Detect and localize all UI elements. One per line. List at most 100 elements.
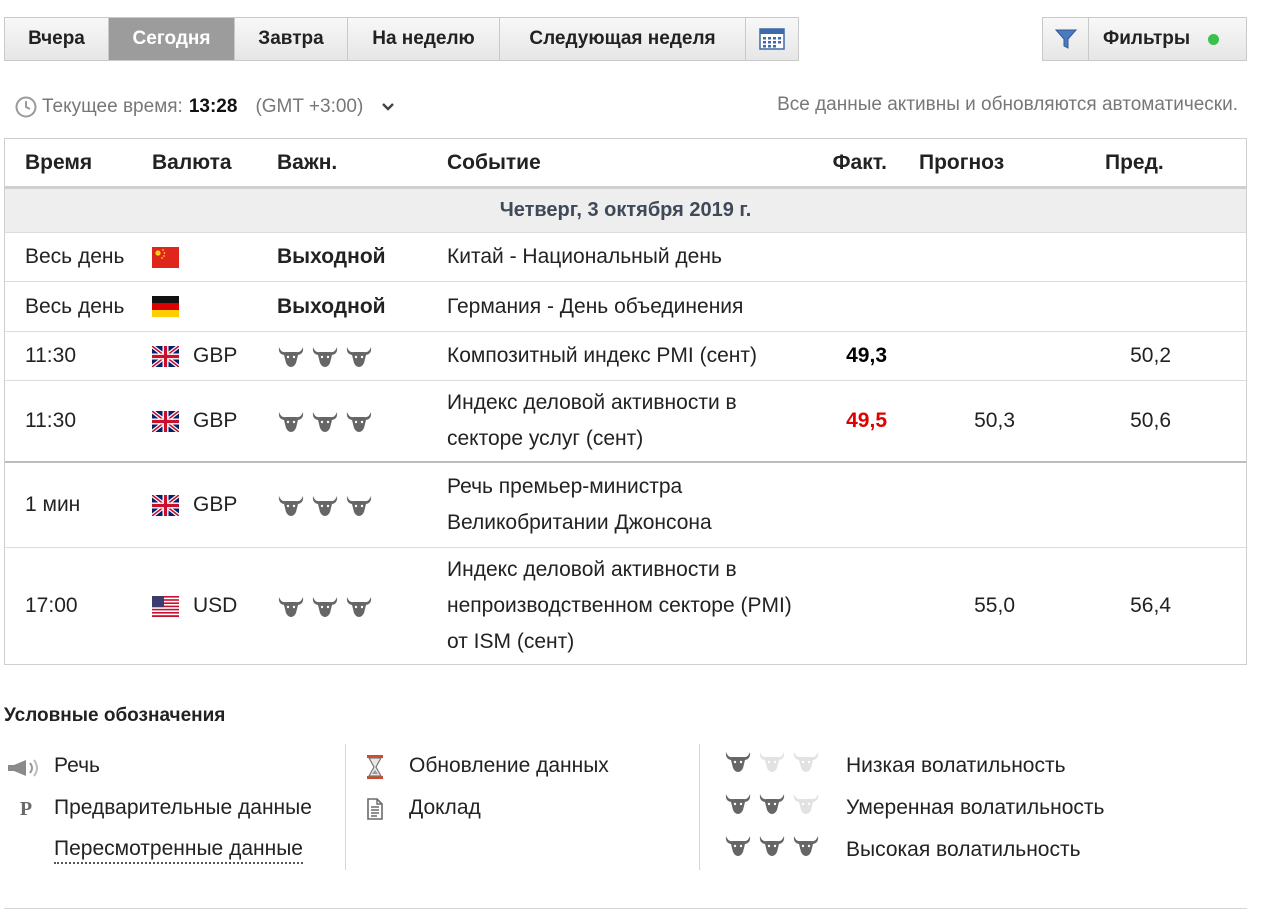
event-time: 17:00 bbox=[25, 594, 78, 617]
bull-icon bbox=[278, 496, 304, 516]
event-time: 1 мин bbox=[25, 493, 81, 516]
tab-this-week[interactable]: На неделю bbox=[348, 18, 500, 60]
header-previous: Пред. bbox=[1105, 150, 1164, 174]
previous-value: 56,4 bbox=[1130, 594, 1171, 617]
day-header: Четверг, 3 октября 2019 г. bbox=[5, 189, 1246, 232]
event-name[interactable]: Композитный индекс PMI (сент) bbox=[447, 332, 807, 380]
volatility-high bbox=[277, 594, 373, 618]
legend-preliminary: Предварительные данные bbox=[54, 796, 312, 819]
bull-icon bbox=[278, 347, 304, 367]
preliminary-icon: P bbox=[19, 797, 33, 820]
bull-icon bbox=[278, 412, 304, 432]
table-row[interactable]: 1 мин GBP Речь премьер-министра Великобр… bbox=[5, 463, 1246, 547]
legend-low-volatility: Низкая волатильность bbox=[846, 754, 1066, 777]
bull-icon bbox=[346, 347, 372, 367]
bull-icon bbox=[312, 412, 338, 432]
clock-icon bbox=[15, 96, 37, 118]
uk-flag bbox=[152, 345, 179, 367]
tab-next-week[interactable]: Следующая неделя bbox=[500, 18, 746, 60]
currency-code: GBP bbox=[193, 493, 238, 516]
actual-value: 49,5 bbox=[846, 409, 887, 432]
currency-code: GBP bbox=[193, 409, 238, 432]
legend-report: Доклад bbox=[409, 796, 481, 819]
event-time: Весь день bbox=[25, 294, 125, 318]
event-time: 11:30 bbox=[25, 344, 76, 367]
bull-icon bbox=[725, 836, 751, 856]
bull-icon bbox=[725, 752, 751, 772]
uk-flag bbox=[152, 494, 179, 516]
date-range-tabs: Вчера Сегодня Завтра На неделю Следующая… bbox=[4, 17, 799, 61]
legend-revised: Пересмотренные данные bbox=[54, 836, 303, 864]
holiday-label: Выходной bbox=[277, 294, 386, 318]
forecast-value bbox=[905, 332, 1015, 380]
current-time-bar: Текущее время: 13:28 (GMT +3:00) bbox=[14, 94, 395, 120]
uk-flag bbox=[152, 410, 179, 432]
chevron-down-icon[interactable] bbox=[381, 102, 395, 112]
legend-divider bbox=[345, 744, 346, 870]
bull-icon bbox=[725, 794, 751, 814]
table-row[interactable]: 11:30 GBP Индекс деловой активности в се… bbox=[5, 380, 1246, 463]
event-name[interactable]: Индекс деловой активности в непроизводст… bbox=[447, 548, 807, 664]
event-name[interactable]: Китай - Национальный день bbox=[447, 233, 807, 281]
filters-button[interactable]: Фильтры bbox=[1042, 17, 1247, 61]
bull-icon bbox=[346, 412, 372, 432]
table-row[interactable]: Весь день Выходной Германия - День объед… bbox=[5, 281, 1246, 331]
event-name[interactable]: Германия - День объединения bbox=[447, 282, 807, 331]
bull-icon bbox=[759, 836, 785, 856]
event-time: Весь день bbox=[25, 245, 125, 268]
holiday-label: Выходной bbox=[277, 245, 386, 268]
filter-icon-box bbox=[1043, 18, 1089, 60]
header-currency: Валюта bbox=[152, 150, 232, 174]
legend-moderate-volatility: Умеренная волатильность bbox=[846, 796, 1105, 819]
tab-yesterday[interactable]: Вчера bbox=[5, 18, 109, 60]
event-name[interactable]: Речь премьер-министра Великобритании Джо… bbox=[447, 463, 807, 547]
china-flag bbox=[152, 246, 179, 268]
previous-value: 50,2 bbox=[1130, 344, 1171, 367]
bull-icon-inactive bbox=[759, 752, 785, 772]
current-time-value: 13:28 bbox=[188, 96, 238, 117]
bull-icon bbox=[312, 496, 338, 516]
forecast-value: 55,0 bbox=[974, 594, 1015, 617]
footer-divider bbox=[4, 908, 1247, 909]
event-time: 11:30 bbox=[25, 409, 76, 432]
timezone-label[interactable]: (GMT +3:00) bbox=[255, 96, 363, 118]
tab-tomorrow[interactable]: Завтра bbox=[235, 18, 348, 60]
volatility-high bbox=[277, 409, 373, 433]
bull-icon-inactive bbox=[793, 752, 819, 772]
legend-high-bulls bbox=[720, 832, 824, 858]
legend-low-bulls bbox=[720, 748, 824, 774]
event-name[interactable]: Индекс деловой активности в секторе услу… bbox=[447, 381, 807, 461]
volatility-high bbox=[277, 493, 373, 517]
funnel-icon bbox=[1054, 29, 1077, 49]
current-time-label: Текущее время: bbox=[42, 96, 183, 117]
table-row[interactable]: Весь день Выходной Китай - Национальный … bbox=[5, 232, 1246, 281]
filters-status-dot bbox=[1208, 33, 1220, 45]
bull-icon bbox=[759, 794, 785, 814]
previous-value: 50,6 bbox=[1130, 409, 1171, 432]
currency-code: GBP bbox=[193, 344, 238, 367]
germany-flag bbox=[152, 296, 179, 317]
table-row[interactable]: 17:00 USD Индекс деловой активности в не… bbox=[5, 547, 1246, 664]
volatility-high bbox=[277, 344, 373, 368]
bull-icon bbox=[793, 836, 819, 856]
legend-data-update: Обновление данных bbox=[409, 754, 609, 777]
bull-icon bbox=[312, 347, 338, 367]
header-forecast: Прогноз bbox=[919, 150, 1005, 174]
table-row[interactable]: 11:30 GBP Композитный индекс PMI (сент) … bbox=[5, 331, 1246, 380]
legend-divider bbox=[699, 744, 700, 870]
calendar-button[interactable] bbox=[746, 18, 798, 60]
bull-icon bbox=[346, 496, 372, 516]
currency-code: USD bbox=[193, 594, 238, 617]
economic-calendar-table: Время Валюта Важн. Событие Факт. Прогноз… bbox=[4, 138, 1247, 665]
usa-flag bbox=[152, 595, 179, 617]
forecast-value: 50,3 bbox=[974, 409, 1015, 432]
document-icon bbox=[367, 798, 383, 820]
bull-icon-inactive bbox=[793, 794, 819, 814]
legend-high-volatility: Высокая волатильность bbox=[846, 838, 1081, 861]
megaphone-icon bbox=[8, 759, 38, 777]
tab-today[interactable]: Сегодня bbox=[109, 18, 235, 60]
filters-label: Фильтры bbox=[1103, 28, 1191, 49]
bull-icon bbox=[346, 597, 372, 617]
table-header: Время Валюта Важн. Событие Факт. Прогноз… bbox=[5, 139, 1246, 189]
hourglass-icon bbox=[367, 755, 383, 779]
